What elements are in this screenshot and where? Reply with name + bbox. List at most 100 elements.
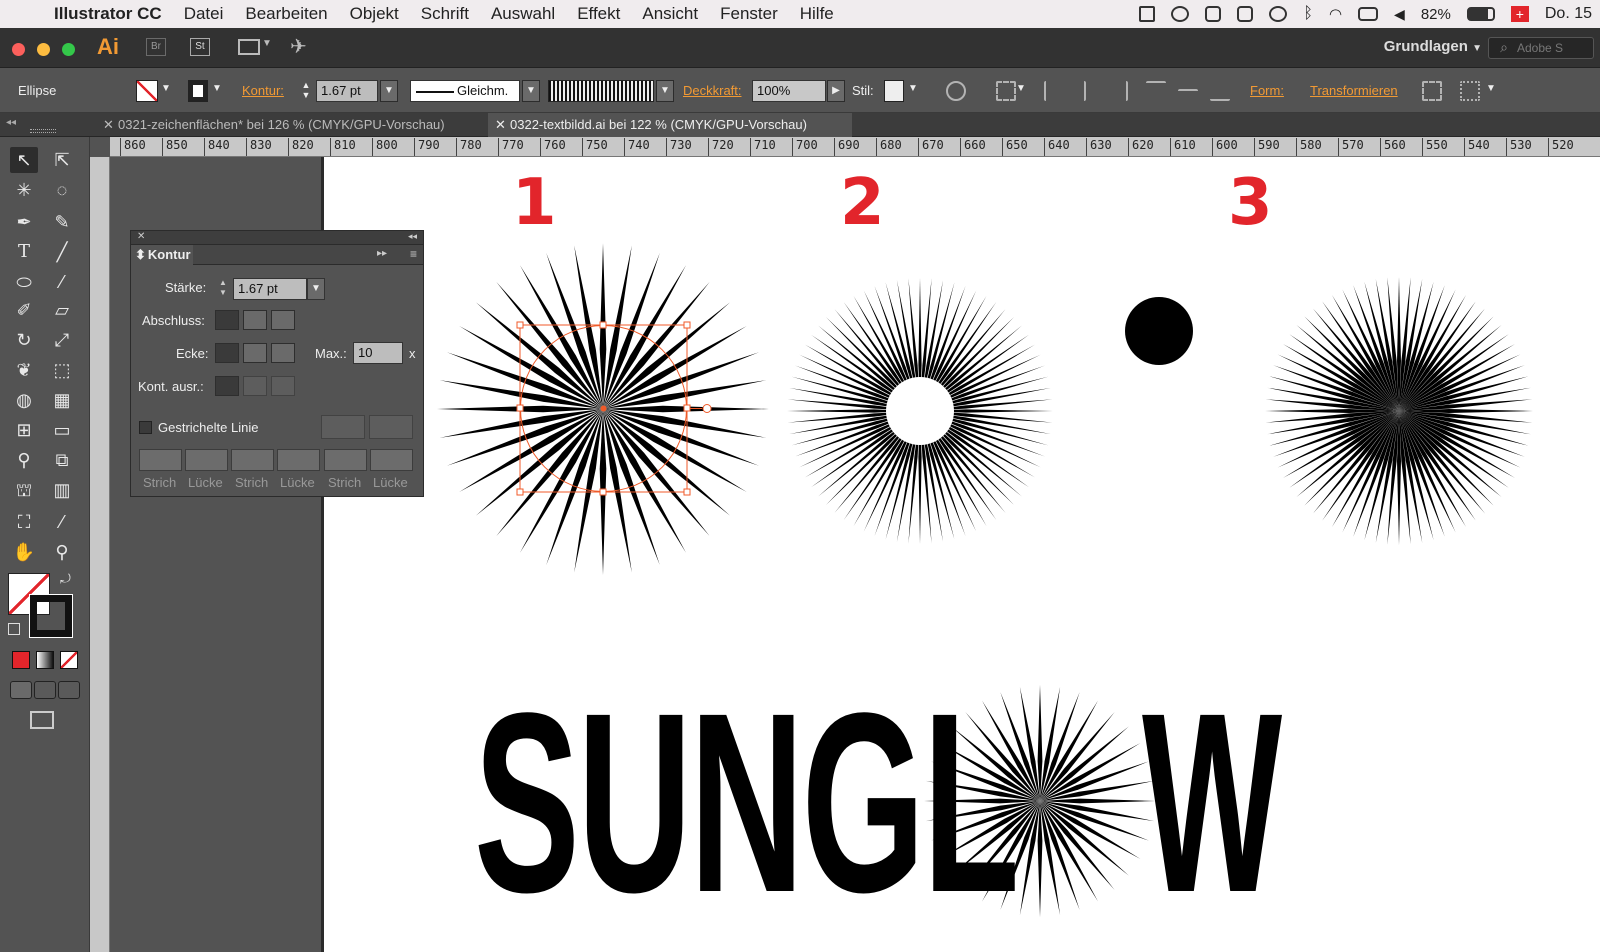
time-machine-icon[interactable] xyxy=(1269,6,1288,22)
scale-tool-icon[interactable]: ⤢ xyxy=(48,327,76,353)
expand-panel-icon[interactable]: ▸▸ xyxy=(377,248,387,259)
readkit-icon[interactable] xyxy=(1205,6,1222,22)
color-mode-icon[interactable] xyxy=(12,651,30,669)
staerke-stepper[interactable]: ▲ ▼ xyxy=(215,278,231,300)
round-join-button[interactable] xyxy=(243,343,267,363)
stroke-swatch[interactable] xyxy=(188,80,208,102)
default-colors-icon[interactable] xyxy=(8,623,20,635)
direct-selection-tool-icon[interactable]: ⇱ xyxy=(48,147,76,173)
brush-definition-preview[interactable] xyxy=(548,80,654,102)
projecting-cap-button[interactable] xyxy=(271,310,295,330)
menu-app-name[interactable]: Illustrator CC xyxy=(54,4,162,24)
label-number-2[interactable]: 2 xyxy=(840,166,885,240)
isolate-group-icon[interactable] xyxy=(1422,81,1442,101)
stroke-profile-dropdown[interactable]: ▼ xyxy=(522,80,540,102)
menu-datei[interactable]: Datei xyxy=(184,4,224,24)
opacity-link[interactable]: Deckkraft: xyxy=(683,83,742,98)
collapse-panel-icon[interactable]: ◂◂ xyxy=(408,231,417,242)
miter-limit-input[interactable]: 10 xyxy=(353,342,403,364)
blend-tool-icon[interactable]: ⧉ xyxy=(48,447,76,473)
shaper-tool-icon[interactable]: ✐ xyxy=(10,297,38,323)
gap-1-input[interactable] xyxy=(185,449,228,471)
align-to-selection-icon[interactable] xyxy=(996,81,1016,101)
stroke-weight-stepper[interactable]: ▲ ▼ xyxy=(298,80,314,102)
none-mode-icon[interactable] xyxy=(60,651,78,669)
dash-3-input[interactable] xyxy=(324,449,367,471)
gap-3-input[interactable] xyxy=(370,449,413,471)
kontur-link[interactable]: Kontur: xyxy=(242,83,284,98)
stroke-weight-input[interactable]: 1.67 pt xyxy=(316,80,378,102)
bevel-join-button[interactable] xyxy=(271,343,295,363)
menu-ansicht[interactable]: Ansicht xyxy=(642,4,698,24)
align-stroke-outside-button[interactable] xyxy=(271,376,295,396)
stroke-weight-dropdown[interactable]: ▼ xyxy=(380,80,398,102)
minimize-window-button[interactable] xyxy=(37,43,50,56)
menu-auswahl[interactable]: Auswahl xyxy=(491,4,555,24)
sunburst-3[interactable] xyxy=(1264,276,1534,546)
align-right-icon[interactable] xyxy=(1108,81,1128,101)
chevron-down-icon[interactable]: ▼ xyxy=(212,83,222,94)
align-stroke-center-button[interactable] xyxy=(215,376,239,396)
draw-inside-icon[interactable] xyxy=(58,681,80,699)
stroke-color-swatch[interactable] xyxy=(29,594,73,638)
label-number-1[interactable]: 1 xyxy=(512,166,557,240)
line-tool-icon[interactable]: ╱ xyxy=(48,239,76,265)
horizontal-ruler[interactable]: 860 850 840 830 820 810 800 790 780 770 760 750 740 7… xyxy=(110,137,1600,157)
symbol-sprayer-tool-icon[interactable]: ⛫ xyxy=(10,477,38,503)
gradient-mode-icon[interactable] xyxy=(36,651,54,669)
close-panel-icon[interactable]: ✕ xyxy=(137,231,145,242)
perspective-grid-tool-icon[interactable]: ▦ xyxy=(48,387,76,413)
collapse-toolbox-icon[interactable]: ◂◂ xyxy=(6,117,16,128)
screen-mode-icon[interactable] xyxy=(30,711,54,729)
panel-menu-icon[interactable]: ▼ xyxy=(1486,83,1496,94)
selection-tool-icon[interactable]: ↖ xyxy=(10,147,38,173)
dash-preserve-button[interactable] xyxy=(321,415,365,439)
airplay-icon[interactable] xyxy=(1358,7,1379,21)
close-tab-icon[interactable]: ✕ xyxy=(103,113,114,137)
menu-objekt[interactable]: Objekt xyxy=(350,4,399,24)
align-bottom-icon[interactable] xyxy=(1210,81,1230,101)
align-hcenter-icon[interactable] xyxy=(1076,81,1086,101)
draw-behind-icon[interactable] xyxy=(34,681,56,699)
column-graph-tool-icon[interactable]: ▥ xyxy=(48,477,76,503)
type-tool-icon[interactable]: T xyxy=(10,239,38,265)
draw-normal-icon[interactable] xyxy=(10,681,32,699)
swiss-flag-icon[interactable]: + xyxy=(1510,6,1529,22)
zoom-tool-icon[interactable]: ⚲ xyxy=(48,539,76,565)
align-top-icon[interactable] xyxy=(1146,81,1166,101)
mesh-tool-icon[interactable]: ⊞ xyxy=(10,417,38,443)
zoom-window-button[interactable] xyxy=(62,43,75,56)
menu-bearbeiten[interactable]: Bearbeiten xyxy=(245,4,327,24)
ellipse-tool-icon[interactable]: ⬭ xyxy=(10,269,38,295)
artboard-tool-icon[interactable]: ⛶ xyxy=(10,509,38,535)
miter-join-button[interactable] xyxy=(215,343,239,363)
menu-schrift[interactable]: Schrift xyxy=(421,4,469,24)
swap-colors-icon[interactable]: ⤾ xyxy=(60,571,71,587)
eraser-tool-icon[interactable]: ▱ xyxy=(48,297,76,323)
warp-tool-icon[interactable]: ❦ xyxy=(10,357,38,383)
tab-0322-textbilddai[interactable]: ✕ 0322-textbildd.ai bei 122 % (CMYK/GPU-… xyxy=(488,113,852,137)
close-window-button[interactable] xyxy=(12,43,25,56)
curvature-tool-icon[interactable]: ✎ xyxy=(48,209,76,235)
menu-effekt[interactable]: Effekt xyxy=(577,4,620,24)
staerke-input[interactable]: 1.67 pt xyxy=(233,278,307,300)
creative-cloud-icon[interactable] xyxy=(1171,6,1190,22)
chevron-down-icon[interactable]: ▼ xyxy=(908,83,918,94)
slice-tool-icon[interactable]: ⁄ xyxy=(48,509,76,535)
dash-2-input[interactable] xyxy=(231,449,274,471)
stock-button[interactable]: St xyxy=(190,38,210,56)
bridge-button[interactable]: Br xyxy=(146,38,166,56)
clock[interactable]: Do. 15 xyxy=(1545,5,1592,23)
shape-builder-tool-icon[interactable]: ◍ xyxy=(10,387,38,413)
wifi-icon[interactable]: ◠ xyxy=(1329,5,1342,23)
volume-icon[interactable]: ◀ xyxy=(1394,6,1405,23)
rotate-tool-icon[interactable]: ↻ xyxy=(10,327,38,353)
panel-header[interactable]: ✕ ◂◂ xyxy=(131,231,423,245)
free-transform-tool-icon[interactable]: ⬚ xyxy=(48,357,76,383)
bluetooth-icon[interactable]: ᛒ xyxy=(1303,5,1313,23)
battery-icon[interactable] xyxy=(1466,7,1495,21)
arrange-documents-icon[interactable] xyxy=(238,39,260,55)
align-vcenter-icon[interactable] xyxy=(1178,89,1198,99)
label-number-3[interactable]: 3 xyxy=(1228,166,1273,240)
dropbox-icon[interactable] xyxy=(1139,6,1156,22)
